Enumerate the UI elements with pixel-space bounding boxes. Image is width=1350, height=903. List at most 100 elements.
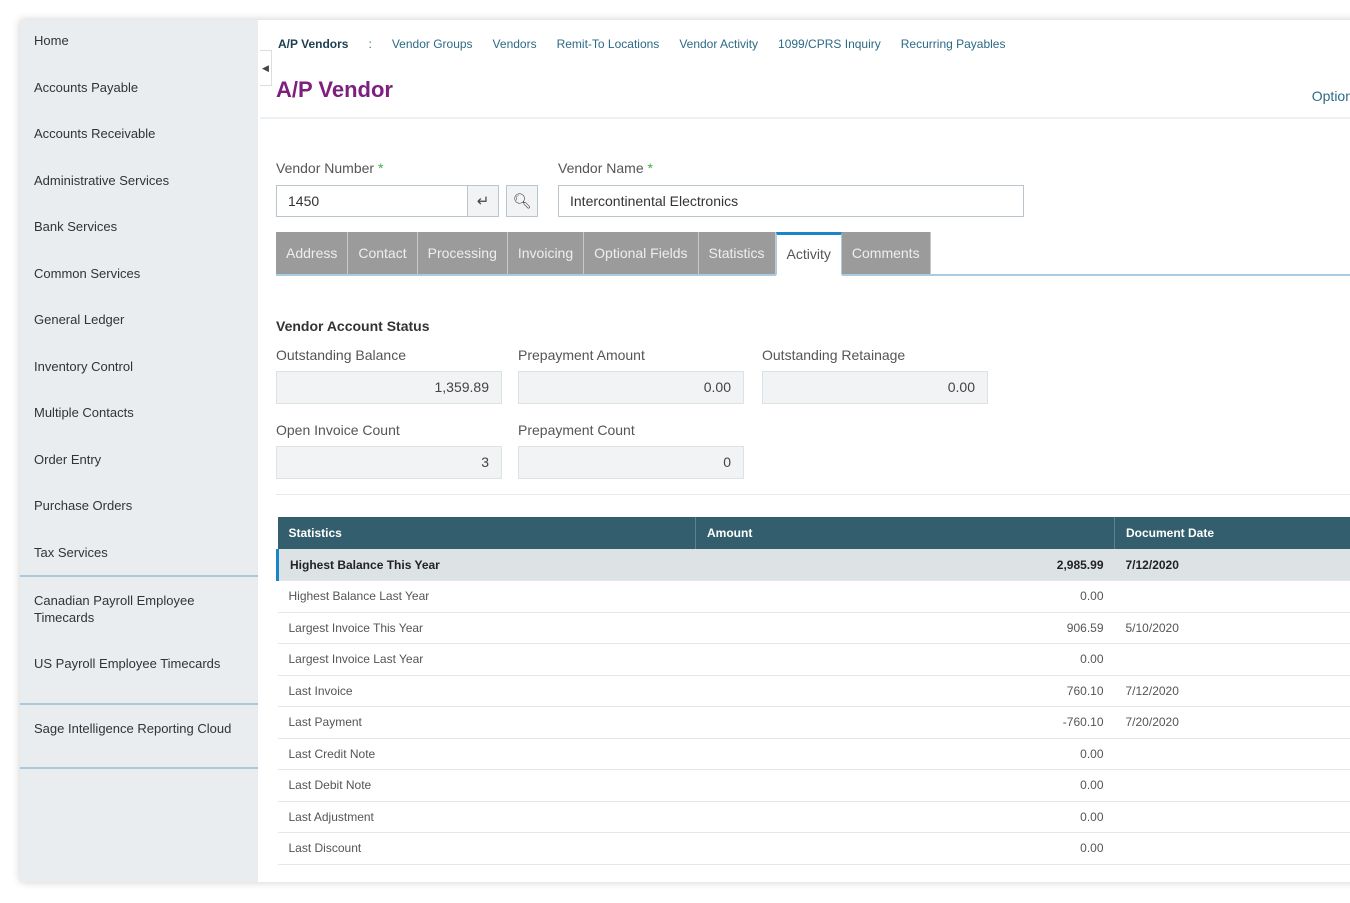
table-row[interactable]: Last Debit Note 0.00 <box>277 769 1350 802</box>
breadcrumb-vendor-groups[interactable]: Vendor Groups <box>392 37 473 51</box>
breadcrumb-vendors[interactable]: Vendors <box>493 37 537 51</box>
cell-statistic: Last Invoice <box>277 675 696 707</box>
vendor-name-label-text: Vendor Name <box>558 160 644 176</box>
breadcrumb-vendor-activity[interactable]: Vendor Activity <box>679 37 758 51</box>
sidebar-item-order-entry[interactable]: Order Entry <box>34 451 234 468</box>
column-header-document-date[interactable]: Document Date <box>1114 517 1350 549</box>
outstanding-retainage-label: Outstanding Retainage <box>762 347 906 363</box>
column-header-amount[interactable]: Amount <box>695 517 1115 549</box>
breadcrumb-1099[interactable]: 1099/CPRS Inquiry <box>778 37 881 51</box>
cell-amount: 906.59 <box>695 612 1115 644</box>
divider <box>260 117 1350 119</box>
cell-amount: 0.00 <box>695 738 1115 770</box>
cell-amount: 0.00 <box>695 832 1115 865</box>
sidebar-item-canadian-payroll-employee-timecards[interactable]: Canadian Payroll Employee Timecards <box>34 592 234 626</box>
vendor-number-label-text: Vendor Number <box>276 160 375 176</box>
breadcrumb-separator: : <box>368 37 372 51</box>
column-header-statistics[interactable]: Statistics <box>277 517 696 549</box>
sidebar-separator <box>20 575 258 577</box>
sidebar-item-us-payroll-employee-timecards[interactable]: US Payroll Employee Timecards <box>34 655 234 672</box>
cell-amount: 0.00 <box>695 643 1115 676</box>
table-row[interactable]: Largest Invoice Last Year 0.00 <box>277 643 1350 676</box>
cell-document-date: 7/12/2020 <box>1114 549 1350 581</box>
app-window: Home Accounts Payable Accounts Receivable A… <box>20 20 1350 882</box>
breadcrumb-current[interactable]: A/P Vendors <box>278 37 348 51</box>
tab-statistics[interactable]: Statistics <box>698 232 776 274</box>
table-row[interactable]: Highest Balance Last Year 0.00 <box>277 580 1350 613</box>
open-invoice-count-field: 3 <box>276 446 502 479</box>
sidebar: Home Accounts Payable Accounts Receivable A… <box>20 20 258 882</box>
tab-bar: Address Contact Processing Invoicing Optiona… <box>276 232 1350 276</box>
table-row[interactable]: Last Payment -760.10 7/20/2020 <box>277 706 1350 739</box>
tab-optional-fields[interactable]: Optional Fields <box>584 232 699 274</box>
cell-amount: 2,985.99 <box>695 549 1115 581</box>
sidebar-item-accounts-receivable[interactable]: Accounts Receivable <box>34 125 234 142</box>
cell-document-date <box>1114 801 1350 833</box>
sidebar-item-purchase-orders[interactable]: Purchase Orders <box>34 497 234 514</box>
sidebar-item-inventory-control[interactable]: Inventory Control <box>34 358 234 375</box>
sidebar-item-tax-services[interactable]: Tax Services <box>34 544 234 561</box>
tab-invoicing[interactable]: Invoicing <box>507 232 585 274</box>
cell-document-date <box>1114 738 1350 770</box>
sidebar-item-home[interactable]: Home <box>34 32 234 49</box>
tab-activity[interactable]: Activity <box>775 232 842 276</box>
prepayment-amount-field: 0.00 <box>518 371 744 404</box>
sidebar-separator <box>20 703 258 705</box>
required-marker: * <box>377 160 384 176</box>
sidebar-item-common-services[interactable]: Common Services <box>34 265 234 282</box>
cell-statistic: Highest Balance This Year <box>276 549 696 581</box>
options-link[interactable]: Options <box>1312 88 1350 104</box>
table-row[interactable]: Last Credit Note 0.00 <box>277 738 1350 770</box>
cell-statistic: Last Credit Note <box>277 738 696 770</box>
cell-amount: 0.00 <box>695 769 1115 802</box>
sidebar-item-multiple-contacts[interactable]: Multiple Contacts <box>34 404 234 421</box>
open-invoice-count-label: Open Invoice Count <box>276 422 400 438</box>
cell-document-date: 7/12/2020 <box>1114 675 1350 707</box>
vendor-name-label: Vendor Name * <box>558 160 653 176</box>
table-row[interactable]: Largest Invoice This Year 906.59 5/10/2020 <box>277 612 1350 644</box>
prepayment-count-field: 0 <box>518 446 744 479</box>
cell-document-date: 7/20/2020 <box>1114 706 1350 739</box>
sidebar-item-bank-services[interactable]: Bank Services <box>34 218 234 235</box>
breadcrumb-remit-to[interactable]: Remit-To Locations <box>557 37 660 51</box>
sidebar-item-sage-intelligence-reporting-cloud[interactable]: Sage Intelligence Reporting Cloud <box>34 720 234 737</box>
cell-amount: 0.00 <box>695 801 1115 833</box>
sidebar-separator <box>20 767 258 769</box>
table-row[interactable]: Last Discount 0.00 <box>277 832 1350 865</box>
cell-statistic: Largest Invoice Last Year <box>277 643 696 676</box>
sidebar-item-general-ledger[interactable]: General Ledger <box>34 311 234 328</box>
collapse-sidebar-button[interactable]: ◀ <box>260 50 272 86</box>
vendor-name-input[interactable]: Intercontinental Electronics <box>558 185 1024 217</box>
tab-address[interactable]: Address <box>276 232 349 274</box>
sidebar-item-administrative-services[interactable]: Administrative Services <box>34 172 234 189</box>
page-title: A/P Vendor <box>276 77 393 102</box>
cell-document-date <box>1114 580 1350 613</box>
sidebar-item-accounts-payable[interactable]: Accounts Payable <box>34 79 234 96</box>
main-content: ◀ A/P Vendors : Vendor Groups Vendors Re… <box>260 20 1350 882</box>
tab-processing[interactable]: Processing <box>417 232 508 274</box>
cell-statistic: Last Payment <box>277 706 696 739</box>
cell-document-date <box>1114 769 1350 802</box>
enter-button[interactable]: ↵ <box>467 185 499 217</box>
breadcrumb-recurring[interactable]: Recurring Payables <box>901 37 1006 51</box>
table-row[interactable]: Highest Balance This Year 2,985.99 7/12/20… <box>276 549 1350 581</box>
prepayment-amount-label: Prepayment Amount <box>518 347 645 363</box>
cell-statistic: Last Adjustment <box>277 801 696 833</box>
table-row[interactable]: Last Invoice 760.10 7/12/2020 <box>277 675 1350 707</box>
search-icon: 🔍︎ <box>512 193 532 210</box>
tab-contact[interactable]: Contact <box>348 232 418 274</box>
vendor-number-input[interactable]: 1450 <box>276 185 468 217</box>
cell-statistic: Largest Invoice This Year <box>277 612 696 644</box>
tab-comments[interactable]: Comments <box>841 232 931 274</box>
finder-button[interactable]: 🔍︎ <box>506 185 538 217</box>
table-row[interactable]: Last Adjustment 0.00 <box>277 801 1350 833</box>
vendor-number-label: Vendor Number * <box>276 160 383 176</box>
cell-document-date <box>1114 832 1350 865</box>
outstanding-retainage-field: 0.00 <box>762 371 988 404</box>
statistics-table: Statistics Amount Document Date Highest … <box>276 517 1350 865</box>
section-title: Vendor Account Status <box>276 318 430 334</box>
cell-amount: -760.10 <box>695 706 1115 739</box>
outstanding-balance-field: 1,359.89 <box>276 371 502 404</box>
outstanding-balance-label: Outstanding Balance <box>276 347 406 363</box>
cell-document-date <box>1114 643 1350 676</box>
